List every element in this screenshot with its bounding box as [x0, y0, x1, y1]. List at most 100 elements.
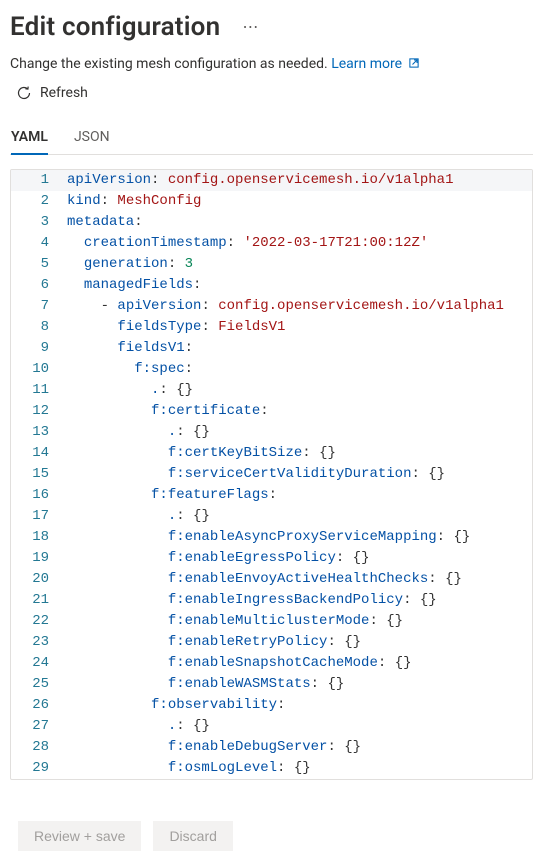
line-number: 10	[11, 359, 67, 380]
line-number: 28	[11, 737, 67, 758]
editor-line[interactable]: 3metadata:	[11, 212, 532, 233]
editor-line[interactable]: 14 f:certKeyBitSize: {}	[11, 443, 532, 464]
page-title: Edit configuration	[10, 12, 220, 42]
code-content[interactable]: - apiVersion: config.openservicemesh.io/…	[67, 296, 532, 317]
line-number: 26	[11, 695, 67, 716]
description-text: Change the existing mesh configuration a…	[10, 56, 331, 72]
line-number: 7	[11, 296, 67, 317]
line-number: 19	[11, 548, 67, 569]
editor-line[interactable]: 24 f:enableSnapshotCacheMode: {}	[11, 653, 532, 674]
refresh-label: Refresh	[40, 85, 88, 101]
code-content[interactable]: f:featureFlags:	[67, 485, 532, 506]
code-content[interactable]: f:enableIngressBackendPolicy: {}	[67, 590, 532, 611]
code-content[interactable]: f:certificate:	[67, 401, 532, 422]
line-number: 4	[11, 233, 67, 254]
more-actions-icon[interactable]: ⋯	[238, 19, 262, 35]
editor-line[interactable]: 27 .: {}	[11, 716, 532, 737]
editor-line[interactable]: 13 .: {}	[11, 422, 532, 443]
editor-line[interactable]: 19 f:enableEgressPolicy: {}	[11, 548, 532, 569]
editor-line[interactable]: 11 .: {}	[11, 380, 532, 401]
editor-line[interactable]: 12 f:certificate:	[11, 401, 532, 422]
discard-button[interactable]: Discard	[153, 821, 232, 851]
code-content[interactable]: f:serviceCertValidityDuration: {}	[67, 464, 532, 485]
line-number: 11	[11, 380, 67, 401]
line-number: 24	[11, 653, 67, 674]
code-content[interactable]: f:observability:	[67, 695, 532, 716]
editor-line[interactable]: 25 f:enableWASMStats: {}	[11, 674, 532, 695]
code-content[interactable]: metadata:	[67, 212, 532, 233]
editor-line[interactable]: 2kind: MeshConfig	[11, 191, 532, 212]
code-content[interactable]: f:enableEgressPolicy: {}	[67, 548, 532, 569]
editor-line[interactable]: 8 fieldsType: FieldsV1	[11, 317, 532, 338]
line-number: 27	[11, 716, 67, 737]
editor-line[interactable]: 21 f:enableIngressBackendPolicy: {}	[11, 590, 532, 611]
editor-line[interactable]: 16 f:featureFlags:	[11, 485, 532, 506]
editor-line[interactable]: 4 creationTimestamp: '2022-03-17T21:00:1…	[11, 233, 532, 254]
editor-line[interactable]: 17 .: {}	[11, 506, 532, 527]
line-number: 14	[11, 443, 67, 464]
external-link-icon	[408, 57, 420, 73]
line-number: 18	[11, 527, 67, 548]
editor-line[interactable]: 28 f:enableDebugServer: {}	[11, 737, 532, 758]
tabs: YAML JSON	[10, 123, 533, 155]
line-number: 21	[11, 590, 67, 611]
code-content[interactable]: .: {}	[67, 422, 532, 443]
code-content[interactable]: f:enableMulticlusterMode: {}	[67, 611, 532, 632]
refresh-button[interactable]: Refresh	[10, 85, 533, 101]
line-number: 2	[11, 191, 67, 212]
code-content[interactable]: f:enableSnapshotCacheMode: {}	[67, 653, 532, 674]
code-content[interactable]: f:enableDebugServer: {}	[67, 737, 532, 758]
code-content[interactable]: creationTimestamp: '2022-03-17T21:00:12Z…	[67, 233, 532, 254]
editor-line[interactable]: 6 managedFields:	[11, 275, 532, 296]
code-content[interactable]: f:spec:	[67, 359, 532, 380]
code-content[interactable]: generation: 3	[67, 254, 532, 275]
code-content[interactable]: .: {}	[67, 716, 532, 737]
editor-line[interactable]: 5 generation: 3	[11, 254, 532, 275]
code-editor[interactable]: 1apiVersion: config.openservicemesh.io/v…	[10, 169, 533, 780]
editor-line[interactable]: 9 fieldsV1:	[11, 338, 532, 359]
line-number: 3	[11, 212, 67, 233]
code-content[interactable]: .: {}	[67, 506, 532, 527]
editor-line[interactable]: 23 f:enableRetryPolicy: {}	[11, 632, 532, 653]
code-content[interactable]: apiVersion: config.openservicemesh.io/v1…	[67, 170, 532, 191]
editor-line[interactable]: 7 - apiVersion: config.openservicemesh.i…	[11, 296, 532, 317]
line-number: 5	[11, 254, 67, 275]
code-content[interactable]: f:enableEnvoyActiveHealthChecks: {}	[67, 569, 532, 590]
line-number: 29	[11, 758, 67, 779]
line-number: 6	[11, 275, 67, 296]
code-content[interactable]: f:osmLogLevel: {}	[67, 758, 532, 779]
code-content[interactable]: f:enableRetryPolicy: {}	[67, 632, 532, 653]
editor-line[interactable]: 15 f:serviceCertValidityDuration: {}	[11, 464, 532, 485]
line-number: 20	[11, 569, 67, 590]
line-number: 23	[11, 632, 67, 653]
refresh-icon	[16, 85, 32, 101]
line-number: 12	[11, 401, 67, 422]
line-number: 9	[11, 338, 67, 359]
code-content[interactable]: kind: MeshConfig	[67, 191, 532, 212]
code-content[interactable]: .: {}	[67, 380, 532, 401]
line-number: 22	[11, 611, 67, 632]
review-save-button[interactable]: Review + save	[18, 821, 141, 851]
editor-line[interactable]: 20 f:enableEnvoyActiveHealthChecks: {}	[11, 569, 532, 590]
learn-more-link[interactable]: Learn more	[331, 56, 419, 72]
tab-json[interactable]: JSON	[74, 123, 110, 155]
editor-line[interactable]: 18 f:enableAsyncProxyServiceMapping: {}	[11, 527, 532, 548]
code-content[interactable]: fieldsV1:	[67, 338, 532, 359]
code-content[interactable]: fieldsType: FieldsV1	[67, 317, 532, 338]
line-number: 13	[11, 422, 67, 443]
description: Change the existing mesh configuration a…	[10, 56, 533, 73]
editor-line[interactable]: 1apiVersion: config.openservicemesh.io/v…	[11, 170, 532, 191]
editor-line[interactable]: 10 f:spec:	[11, 359, 532, 380]
code-content[interactable]: managedFields:	[67, 275, 532, 296]
editor-line[interactable]: 26 f:observability:	[11, 695, 532, 716]
tab-yaml[interactable]: YAML	[11, 123, 48, 155]
line-number: 16	[11, 485, 67, 506]
line-number: 15	[11, 464, 67, 485]
editor-line[interactable]: 22 f:enableMulticlusterMode: {}	[11, 611, 532, 632]
editor-line[interactable]: 29 f:osmLogLevel: {}	[11, 758, 532, 779]
line-number: 17	[11, 506, 67, 527]
code-content[interactable]: f:certKeyBitSize: {}	[67, 443, 532, 464]
code-content[interactable]: f:enableWASMStats: {}	[67, 674, 532, 695]
line-number: 25	[11, 674, 67, 695]
code-content[interactable]: f:enableAsyncProxyServiceMapping: {}	[67, 527, 532, 548]
